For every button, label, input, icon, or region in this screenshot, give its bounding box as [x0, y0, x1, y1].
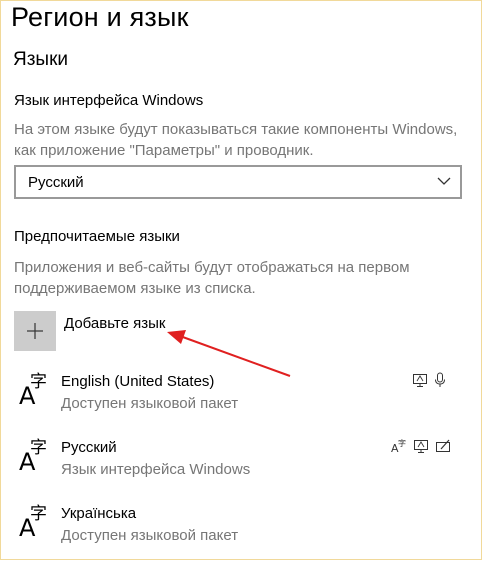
preferred-languages-title: Предпочитаемые языки [14, 228, 180, 245]
display-language-icon [413, 374, 427, 387]
preferred-languages-description: Приложения и веб-сайты будут отображатьс… [14, 259, 410, 297]
language-item-ukrainian[interactable]: A字 Українська Доступен языковой пакет [14, 502, 469, 552]
display-language-icon [414, 440, 428, 453]
speech-icon [435, 372, 445, 387]
chevron-down-icon [437, 177, 451, 185]
display-language-dropdown[interactable]: Русский [14, 165, 462, 199]
display-language-description: На этом языке будут показываться такие к… [14, 121, 458, 159]
language-status: Доступен языковой пакет [61, 527, 239, 544]
display-language-selected: Русский [28, 174, 84, 191]
add-language-label: Добавьте язык [64, 315, 166, 332]
svg-text:字: 字 [398, 438, 406, 448]
language-status: Язык интерфейса Windows [61, 461, 251, 478]
language-features [412, 372, 446, 388]
language-icon: A字 [19, 372, 47, 410]
plus-icon [27, 323, 43, 339]
add-language-tile[interactable] [14, 311, 56, 351]
language-icon: A字 [19, 438, 47, 476]
language-item-english[interactable]: A字 English (United States) Доступен язык… [14, 370, 469, 420]
language-name: Русский [61, 439, 117, 456]
text-to-speech-icon: A 字 [391, 438, 406, 454]
add-language-button[interactable]: Добавьте язык [14, 311, 234, 351]
language-name: Українська [61, 505, 137, 522]
language-status: Доступен языковой пакет [61, 395, 239, 412]
page-title: Регион и язык [11, 2, 189, 32]
section-title-languages: Языки [13, 49, 69, 70]
language-name: English (United States) [61, 373, 215, 390]
language-icon: A字 [19, 504, 47, 542]
language-features: A 字 [391, 438, 451, 454]
language-item-russian[interactable]: A字 Русский Язык интерфейса Windows A 字 [14, 436, 469, 486]
display-language-label: Язык интерфейса Windows [14, 92, 204, 109]
handwriting-icon [436, 439, 450, 452]
